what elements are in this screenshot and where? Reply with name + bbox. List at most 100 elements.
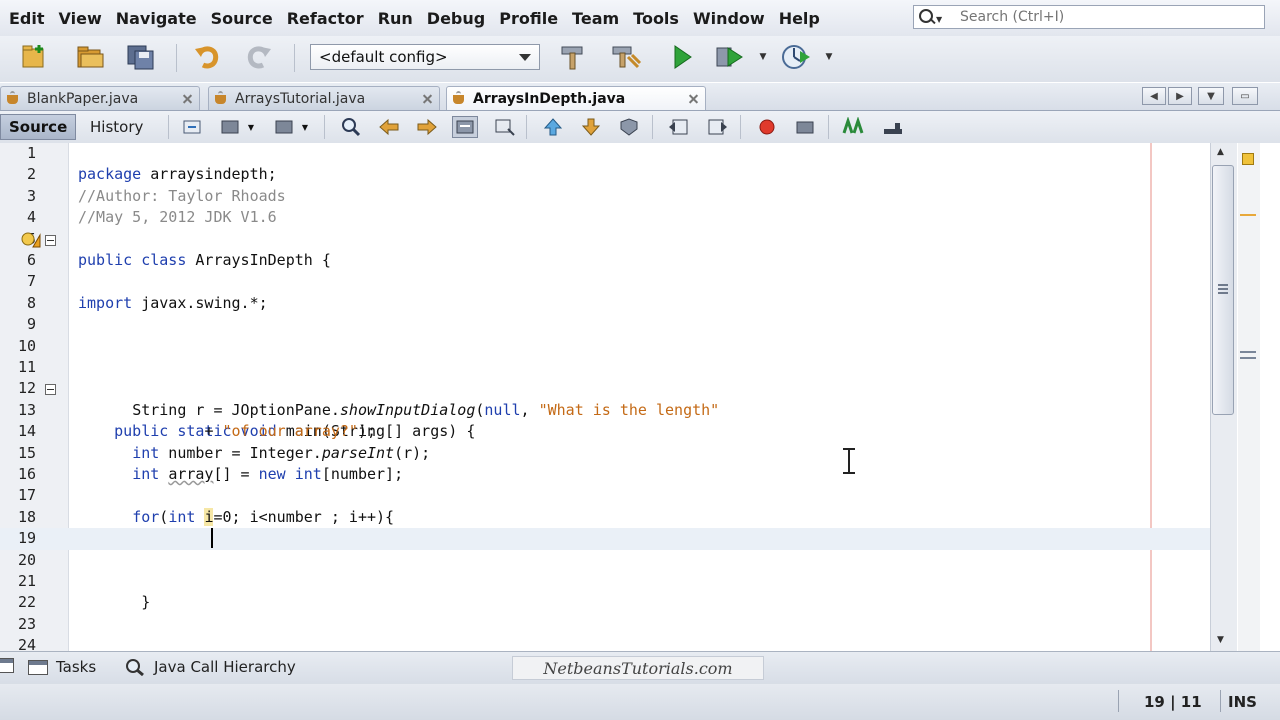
scroll-down-icon[interactable]: ▼ <box>1217 635 1224 645</box>
insert-mode[interactable]: INS <box>1228 690 1257 714</box>
menu-run[interactable]: Run <box>371 9 420 28</box>
search-icon[interactable]: ▼ <box>914 6 942 28</box>
build-hammer-icon[interactable] <box>556 40 592 74</box>
search-box[interactable]: ▼ <box>913 5 1265 29</box>
debug-menu-chevron-icon[interactable]: ▼ <box>754 40 772 74</box>
next-bookmark-icon[interactable] <box>578 116 604 138</box>
menu-window[interactable]: Window <box>686 9 772 28</box>
warning-stripe-mark[interactable] <box>1240 214 1256 216</box>
code-token: , <box>520 400 539 419</box>
line-number: 16 <box>17 465 36 483</box>
clean-build-icon[interactable] <box>608 40 644 74</box>
code-text: String r = JOptionPane.showInputDialog(n… <box>78 400 719 421</box>
shift-left-icon[interactable] <box>666 116 692 138</box>
caret-position-mark[interactable] <box>1240 351 1256 353</box>
menu-navigate[interactable]: Navigate <box>109 9 204 28</box>
code-text: int array[] = new int[number]; <box>78 464 403 485</box>
uncomment-icon[interactable] <box>880 116 906 138</box>
open-project-icon[interactable] <box>72 40 108 74</box>
find-next-icon[interactable] <box>414 116 440 138</box>
line-number: 7 <box>26 272 36 291</box>
line-number: 2 <box>26 165 36 184</box>
keyword: int <box>132 465 160 483</box>
tab-blankpaper[interactable]: BlankPaper.java <box>0 86 200 110</box>
menu-tools[interactable]: Tools <box>626 9 686 28</box>
code-line: 13 String r = JOptionPane.showInputDialo… <box>0 400 1210 421</box>
start-macro-recording-icon[interactable] <box>754 116 780 138</box>
close-icon[interactable] <box>422 93 433 104</box>
menu-team[interactable]: Team <box>565 9 626 28</box>
history-view-button[interactable]: History <box>82 114 151 140</box>
tab-arraystutorial[interactable]: ArraysTutorial.java <box>208 86 440 110</box>
toggle-highlight-icon[interactable] <box>452 116 478 138</box>
find-icon[interactable] <box>338 116 364 138</box>
shift-right-icon[interactable] <box>704 116 730 138</box>
fold-toggle-icon[interactable] <box>45 384 56 396</box>
line-number: 21 <box>17 572 36 590</box>
search-input[interactable] <box>942 9 1260 25</box>
debug-icon[interactable] <box>712 40 748 74</box>
profile-menu-chevron-icon[interactable]: ▼ <box>820 40 838 74</box>
line-number: 10 <box>17 336 36 355</box>
toggle-bookmark-icon[interactable] <box>616 116 642 138</box>
code-text: public class ArraysInDepth { <box>78 250 331 271</box>
undo-icon[interactable] <box>190 40 226 74</box>
save-all-icon[interactable] <box>123 40 159 74</box>
config-select[interactable]: <default config> <box>310 44 540 70</box>
warning-hint-icon[interactable] <box>20 232 42 248</box>
menu-profile[interactable]: Profile <box>492 9 565 28</box>
run-icon[interactable] <box>664 40 700 74</box>
ibeam-cursor-icon <box>843 448 855 474</box>
scroll-tabs-left-icon[interactable]: ◀ <box>1142 87 1166 105</box>
output-tab-icon[interactable] <box>0 658 22 673</box>
menu-edit[interactable]: Edit <box>2 9 52 28</box>
redo-icon[interactable] <box>240 40 276 74</box>
code-editor[interactable]: 1 2 package arraysindepth; 3 //Author: Tay… <box>0 143 1280 651</box>
scrollbar-thumb[interactable] <box>1212 165 1234 415</box>
menu-debug[interactable]: Debug <box>420 9 492 28</box>
method-name: parseInt <box>321 443 395 462</box>
keyword: public class <box>78 251 187 269</box>
last-edit-icon[interactable] <box>180 116 206 138</box>
back-icon[interactable] <box>218 116 244 138</box>
warning-status-icon[interactable] <box>1242 153 1254 165</box>
comment-text: //Author: Taylor Rhoads <box>78 186 286 205</box>
menu-view[interactable]: View <box>52 9 109 28</box>
tab-tasks[interactable]: Tasks <box>28 658 96 676</box>
forward-icon[interactable] <box>272 116 298 138</box>
tab-java-call-hierarchy[interactable]: Java Call Hierarchy <box>124 658 296 676</box>
close-icon[interactable] <box>182 93 193 104</box>
code-line: 14 + "of our array?"); <box>0 421 1210 442</box>
line-number: 12 <box>17 379 36 398</box>
code-text: int number = Integer.parseInt(r); <box>78 443 430 464</box>
comment-text: //May 5, 2012 JDK V1.6 <box>78 208 277 227</box>
maximize-window-icon[interactable]: ▭ <box>1232 87 1258 105</box>
caret-position-mark[interactable] <box>1240 357 1256 359</box>
menu-help[interactable]: Help <box>772 9 827 28</box>
scroll-tabs-right-icon[interactable]: ▶ <box>1168 87 1192 105</box>
profile-icon[interactable] <box>778 40 814 74</box>
scroll-up-icon[interactable]: ▲ <box>1217 147 1224 157</box>
menu-refactor[interactable]: Refactor <box>280 9 371 28</box>
source-toolbar: Source History ▼ ▼ <box>0 111 1280 144</box>
error-stripe[interactable] <box>1238 143 1260 651</box>
config-select-value: <default config> <box>319 48 448 66</box>
close-icon[interactable] <box>688 93 699 104</box>
source-view-button[interactable]: Source <box>0 114 77 140</box>
new-file-icon[interactable] <box>16 40 52 74</box>
toggle-rect-selection-icon[interactable] <box>492 116 518 138</box>
code-line: 23 <box>0 614 1210 635</box>
tab-list-dropdown-icon[interactable]: ▼ <box>1198 87 1224 105</box>
previous-bookmark-icon[interactable] <box>540 116 566 138</box>
code-line: 7 <box>0 271 1210 292</box>
stop-macro-recording-icon[interactable] <box>792 116 818 138</box>
menu-source[interactable]: Source <box>204 9 280 28</box>
find-previous-icon[interactable] <box>376 116 402 138</box>
line-number: 8 <box>26 293 36 312</box>
tab-arraysindepth[interactable]: ArraysInDepth.java <box>446 86 706 110</box>
fold-toggle-icon[interactable] <box>45 234 56 246</box>
back-menu-chevron-icon[interactable]: ▼ <box>244 116 258 138</box>
current-code-line: 19 <box>0 528 1210 550</box>
forward-menu-chevron-icon[interactable]: ▼ <box>298 116 312 138</box>
comment-icon[interactable] <box>840 116 866 138</box>
